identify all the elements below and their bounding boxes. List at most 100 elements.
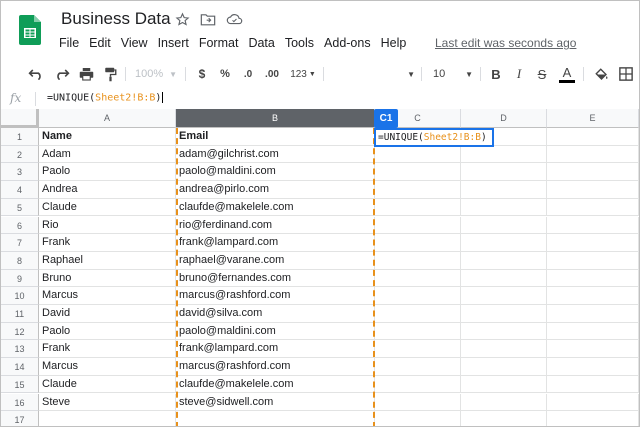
row-header[interactable]: 4 bbox=[1, 181, 39, 199]
table-cell[interactable] bbox=[375, 393, 461, 412]
table-cell[interactable] bbox=[547, 234, 639, 252]
star-icon[interactable] bbox=[173, 10, 191, 28]
table-cell[interactable] bbox=[461, 322, 547, 341]
column-header-d[interactable]: D bbox=[461, 109, 547, 128]
bold-button[interactable]: B bbox=[488, 63, 504, 85]
table-cell[interactable] bbox=[547, 198, 639, 217]
row-header[interactable]: 2 bbox=[1, 145, 39, 164]
table-cell[interactable] bbox=[547, 411, 639, 426]
row-header[interactable]: 16 bbox=[1, 393, 39, 412]
percent-button[interactable]: % bbox=[217, 63, 233, 85]
menu-help[interactable]: Help bbox=[381, 36, 407, 50]
table-cell[interactable] bbox=[461, 198, 547, 217]
table-cell[interactable] bbox=[461, 163, 547, 182]
fill-color-icon[interactable] bbox=[591, 63, 611, 85]
table-cell[interactable]: Andrea bbox=[39, 181, 176, 199]
table-cell[interactable] bbox=[461, 340, 547, 359]
table-cell[interactable] bbox=[547, 340, 639, 359]
row-header[interactable]: 6 bbox=[1, 216, 39, 235]
table-cell[interactable] bbox=[375, 145, 461, 164]
row-header[interactable]: 3 bbox=[1, 163, 39, 182]
table-cell[interactable]: Name bbox=[39, 128, 176, 146]
table-cell[interactable] bbox=[461, 305, 547, 323]
table-cell[interactable] bbox=[461, 358, 547, 376]
document-title[interactable]: Business Data bbox=[61, 9, 171, 29]
font-size-select[interactable]: 10 ▼ bbox=[429, 63, 473, 85]
menu-tools[interactable]: Tools bbox=[285, 36, 314, 50]
spreadsheet-grid[interactable]: A B C D E C1 1 Name Email 2 Adam adam@gilchri… bbox=[1, 109, 639, 426]
menu-format[interactable]: Format bbox=[199, 36, 239, 50]
table-cell[interactable]: rio@ferdinand.com bbox=[176, 216, 375, 235]
table-cell[interactable] bbox=[547, 216, 639, 235]
table-cell[interactable] bbox=[375, 163, 461, 182]
table-cell[interactable]: Bruno bbox=[39, 269, 176, 288]
table-cell[interactable]: Marcus bbox=[39, 358, 176, 376]
table-cell[interactable]: paolo@maldini.com bbox=[176, 163, 375, 182]
table-cell[interactable]: David bbox=[39, 305, 176, 323]
table-cell[interactable] bbox=[547, 322, 639, 341]
row-header[interactable]: 1 bbox=[1, 128, 39, 146]
table-cell[interactable]: bruno@fernandes.com bbox=[176, 269, 375, 288]
table-cell[interactable] bbox=[375, 340, 461, 359]
table-cell[interactable] bbox=[375, 251, 461, 270]
table-cell[interactable] bbox=[461, 145, 547, 164]
decrease-decimal-button[interactable]: .0 bbox=[238, 63, 258, 85]
table-cell[interactable] bbox=[547, 375, 639, 394]
menu-edit[interactable]: Edit bbox=[89, 36, 111, 50]
table-cell[interactable] bbox=[375, 181, 461, 199]
table-cell[interactable] bbox=[547, 251, 639, 270]
row-header[interactable]: 12 bbox=[1, 322, 39, 341]
table-cell[interactable] bbox=[461, 411, 547, 426]
table-cell[interactable]: frank@lampard.com bbox=[176, 340, 375, 359]
italic-button[interactable]: I bbox=[511, 63, 527, 85]
table-cell[interactable]: Email bbox=[176, 128, 375, 146]
borders-icon[interactable] bbox=[616, 63, 636, 85]
menu-file[interactable]: File bbox=[59, 36, 79, 50]
table-cell[interactable]: marcus@rashford.com bbox=[176, 358, 375, 376]
row-header[interactable]: 11 bbox=[1, 305, 39, 323]
row-header[interactable]: 10 bbox=[1, 287, 39, 305]
table-cell[interactable] bbox=[547, 287, 639, 305]
table-cell[interactable]: adam@gilchrist.com bbox=[176, 145, 375, 164]
row-header[interactable]: 9 bbox=[1, 269, 39, 288]
table-cell[interactable]: raphael@varane.com bbox=[176, 251, 375, 270]
table-cell[interactable] bbox=[547, 145, 639, 164]
active-cell-editor[interactable]: =UNIQUE(Sheet2!B:B) bbox=[374, 128, 494, 147]
select-all-corner[interactable] bbox=[1, 109, 39, 128]
text-color-button[interactable]: A bbox=[558, 63, 576, 85]
row-header[interactable]: 15 bbox=[1, 375, 39, 394]
column-header-e[interactable]: E bbox=[547, 109, 639, 128]
row-header[interactable]: 8 bbox=[1, 251, 39, 270]
table-cell[interactable] bbox=[461, 234, 547, 252]
table-cell[interactable] bbox=[461, 393, 547, 412]
column-header-b[interactable]: B bbox=[176, 109, 375, 128]
table-cell[interactable] bbox=[176, 411, 375, 426]
table-cell[interactable]: Frank bbox=[39, 234, 176, 252]
table-cell[interactable] bbox=[547, 128, 639, 146]
table-cell[interactable]: claufde@makelele.com bbox=[176, 198, 375, 217]
table-cell[interactable]: paolo@maldini.com bbox=[176, 322, 375, 341]
more-formats-select[interactable]: 123 ▼ bbox=[288, 63, 318, 85]
table-cell[interactable] bbox=[461, 287, 547, 305]
table-cell[interactable] bbox=[375, 322, 461, 341]
table-cell[interactable] bbox=[547, 269, 639, 288]
table-cell[interactable]: Paolo bbox=[39, 322, 176, 341]
paint-format-icon[interactable] bbox=[99, 63, 121, 85]
menu-addons[interactable]: Add-ons bbox=[324, 36, 371, 50]
table-cell[interactable] bbox=[375, 287, 461, 305]
strikethrough-button[interactable]: S bbox=[534, 63, 550, 85]
table-cell[interactable]: Paolo bbox=[39, 163, 176, 182]
table-cell[interactable]: Adam bbox=[39, 145, 176, 164]
sheets-logo-icon[interactable] bbox=[19, 15, 41, 45]
table-cell[interactable] bbox=[375, 411, 461, 426]
row-header[interactable]: 13 bbox=[1, 340, 39, 359]
table-cell[interactable] bbox=[547, 393, 639, 412]
table-cell[interactable]: frank@lampard.com bbox=[176, 234, 375, 252]
row-header[interactable]: 14 bbox=[1, 358, 39, 376]
table-cell[interactable] bbox=[461, 269, 547, 288]
menu-view[interactable]: View bbox=[121, 36, 148, 50]
table-cell[interactable] bbox=[461, 181, 547, 199]
row-header[interactable]: 17 bbox=[1, 411, 39, 426]
table-cell[interactable]: Marcus bbox=[39, 287, 176, 305]
row-header[interactable]: 7 bbox=[1, 234, 39, 252]
